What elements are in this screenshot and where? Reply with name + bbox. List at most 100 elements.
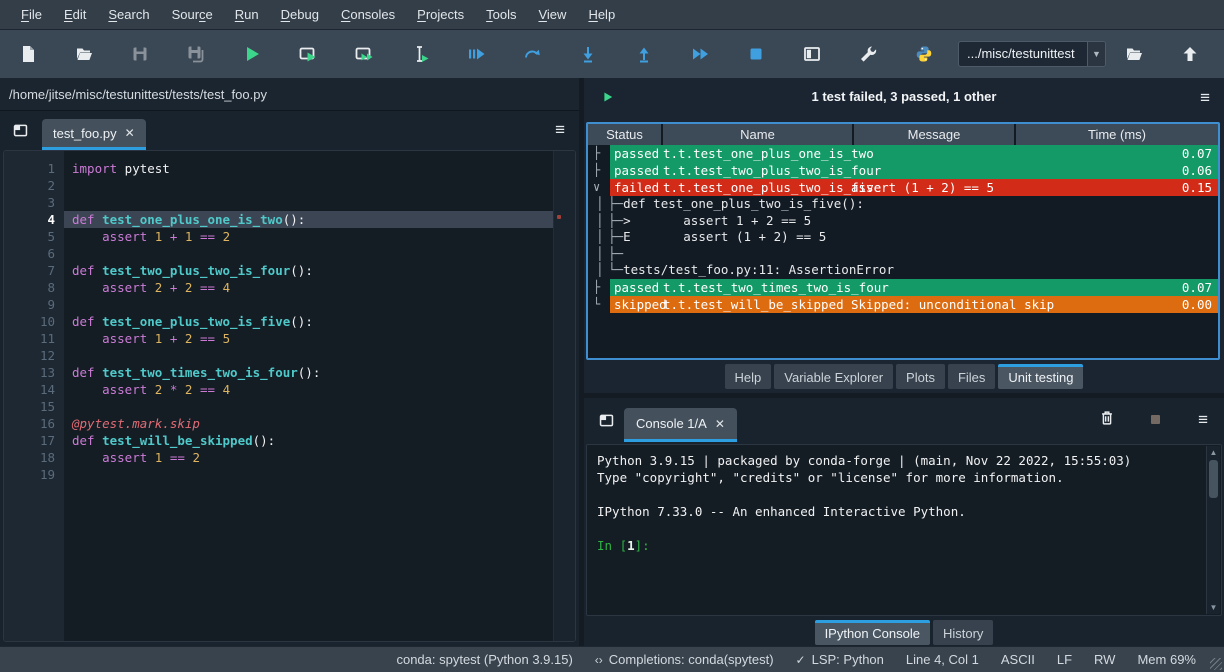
- console-tab[interactable]: Console 1/A ✕: [624, 408, 737, 442]
- column-header-time-ms-[interactable]: Time (ms): [1016, 124, 1218, 145]
- code-line-12[interactable]: 12: [4, 347, 553, 364]
- failure-detail-line: │└─tests/test_foo.py:11: AssertionError: [588, 262, 1218, 279]
- console-line: [597, 520, 1201, 537]
- menu-run[interactable]: Run: [224, 0, 270, 30]
- code-line-9[interactable]: 9: [4, 296, 553, 313]
- code-line-8[interactable]: 8 assert 2 + 2 == 4: [4, 279, 553, 296]
- code-line-14[interactable]: 14 assert 2 * 2 == 4: [4, 381, 553, 398]
- line-number: 5: [4, 228, 64, 245]
- maximize-pane-button[interactable]: [784, 32, 840, 76]
- up-arrow-icon: [1180, 44, 1200, 64]
- console-tab-label: Console 1/A: [636, 416, 707, 431]
- debug-file-button[interactable]: [448, 32, 504, 76]
- console-prompt[interactable]: In [1]:: [597, 537, 1201, 554]
- stop-debug-button[interactable]: [728, 32, 784, 76]
- new-file-button[interactable]: [0, 32, 56, 76]
- tab-plots[interactable]: Plots: [896, 364, 945, 389]
- go-up-directory-button[interactable]: [1162, 32, 1218, 76]
- menu-file[interactable]: File: [10, 0, 53, 30]
- code-text: def test_one_plus_one_is_two():: [64, 211, 553, 228]
- menu-tools[interactable]: Tools: [475, 0, 527, 30]
- menu-debug[interactable]: Debug: [270, 0, 330, 30]
- ipython-console-output[interactable]: Python 3.9.15 | packaged by conda-forge …: [586, 444, 1222, 616]
- scrollbar-thumb[interactable]: [1209, 460, 1218, 498]
- code-line-10[interactable]: 10def test_one_plus_two_is_five():: [4, 313, 553, 330]
- column-header-message[interactable]: Message: [854, 124, 1014, 145]
- tree-branch-icon: ├: [593, 145, 600, 162]
- browse-tabs-icon[interactable]: [12, 122, 29, 139]
- test-result-row-passed[interactable]: ├passedt.t.test_two_plus_two_is_four0.06: [588, 162, 1218, 179]
- menu-help[interactable]: Help: [577, 0, 626, 30]
- console-options-menu-icon[interactable]: ≡: [1198, 411, 1208, 428]
- browse-tabs-icon[interactable]: [598, 412, 615, 429]
- code-line-18[interactable]: 18 assert 1 == 2: [4, 449, 553, 466]
- code-line-6[interactable]: 6: [4, 245, 553, 262]
- column-header-name[interactable]: Name: [663, 124, 852, 145]
- run-cell-and-advance-button[interactable]: [336, 32, 392, 76]
- menu-source[interactable]: Source: [161, 0, 224, 30]
- code-line-4[interactable]: 4def test_one_plus_one_is_two():: [4, 211, 553, 228]
- tree-branch-icon[interactable]: ∨: [593, 179, 600, 196]
- tab-files[interactable]: Files: [948, 364, 995, 389]
- code-line-16[interactable]: 16@pytest.mark.skip: [4, 415, 553, 432]
- editor-options-menu-icon[interactable]: ≡: [555, 121, 565, 138]
- tab-unit-testing[interactable]: Unit testing: [998, 364, 1083, 389]
- scrollflag-area[interactable]: [553, 151, 575, 641]
- open-file-button[interactable]: [56, 32, 112, 76]
- close-tab-icon[interactable]: ✕: [125, 126, 135, 140]
- menu-projects[interactable]: Projects: [406, 0, 475, 30]
- run-selection-button[interactable]: [392, 32, 448, 76]
- unit-testing-options-menu-icon[interactable]: ≡: [1200, 89, 1210, 106]
- working-directory-combo[interactable]: .../misc/testunittest ▼: [958, 41, 1106, 67]
- close-tab-icon[interactable]: ✕: [715, 417, 725, 431]
- tab-help[interactable]: Help: [725, 364, 772, 389]
- pythonpath-manager-button[interactable]: [896, 32, 952, 76]
- menu-search[interactable]: Search: [97, 0, 160, 30]
- editor-tab-test-foo[interactable]: test_foo.py ✕: [42, 119, 146, 150]
- code-line-1[interactable]: 1import pytest: [4, 160, 553, 177]
- tab-variable-explorer[interactable]: Variable Explorer: [774, 364, 893, 389]
- code-line-13[interactable]: 13def test_two_times_two_is_four():: [4, 364, 553, 381]
- code-line-2[interactable]: 2: [4, 177, 553, 194]
- browse-working-directory-button[interactable]: [1106, 32, 1162, 76]
- interrupt-kernel-icon[interactable]: [1151, 415, 1160, 424]
- run-cell-button[interactable]: [280, 32, 336, 76]
- code-line-7[interactable]: 7def test_two_plus_two_is_four():: [4, 262, 553, 279]
- code-line-15[interactable]: 15: [4, 398, 553, 415]
- code-text: [64, 245, 553, 262]
- status-conda-env: conda: spytest (Python 3.9.15): [396, 652, 572, 667]
- step-return-button[interactable]: [616, 32, 672, 76]
- step-over-button[interactable]: [504, 32, 560, 76]
- step-into-button[interactable]: [560, 32, 616, 76]
- code-line-11[interactable]: 11 assert 1 + 2 == 5: [4, 330, 553, 347]
- code-line-17[interactable]: 17def test_will_be_skipped():: [4, 432, 553, 449]
- test-results-table[interactable]: StatusNameMessageTime (ms) ├passedt.t.te…: [586, 122, 1220, 360]
- code-editor[interactable]: 1import pytest234def test_one_plus_one_i…: [3, 150, 576, 642]
- tab-ipython-console[interactable]: IPython Console: [815, 620, 930, 645]
- scroll-up-icon[interactable]: ▲: [1207, 448, 1220, 457]
- resize-grip[interactable]: [1210, 658, 1222, 670]
- code-line-19[interactable]: 19: [4, 466, 553, 483]
- code-line-5[interactable]: 5 assert 1 + 1 == 2: [4, 228, 553, 245]
- test-result-row-passed[interactable]: ├passedt.t.test_two_times_two_is_four0.0…: [588, 279, 1218, 296]
- combo-arrow-icon[interactable]: ▼: [1087, 42, 1105, 66]
- tab-history[interactable]: History: [933, 620, 993, 645]
- code-text: def test_will_be_skipped():: [64, 432, 553, 449]
- preferences-button[interactable]: [840, 32, 896, 76]
- run-button[interactable]: [224, 32, 280, 76]
- menu-consoles[interactable]: Consoles: [330, 0, 406, 30]
- code-line-3[interactable]: 3: [4, 194, 553, 211]
- column-header-status[interactable]: Status: [588, 124, 661, 145]
- test-name: t.t.test_one_plus_two_is_five: [663, 179, 881, 196]
- test-result-row-skipped[interactable]: └skippedt.t.test_will_be_skippedSkipped:…: [588, 296, 1218, 313]
- menu-edit[interactable]: Edit: [53, 0, 97, 30]
- code-text: assert 1 + 1 == 2: [64, 228, 553, 245]
- test-result-row-failed[interactable]: ∨failedt.t.test_one_plus_two_is_fiveasse…: [588, 179, 1218, 196]
- remove-variables-button[interactable]: [1098, 409, 1116, 427]
- continue-button[interactable]: [672, 32, 728, 76]
- test-result-row-passed[interactable]: ├passedt.t.test_one_plus_one_is_two0.07: [588, 145, 1218, 162]
- code-text: @pytest.mark.skip: [64, 415, 553, 432]
- console-scrollbar[interactable]: ▲ ▼: [1206, 446, 1220, 614]
- menu-view[interactable]: View: [527, 0, 577, 30]
- scroll-down-icon[interactable]: ▼: [1207, 603, 1220, 612]
